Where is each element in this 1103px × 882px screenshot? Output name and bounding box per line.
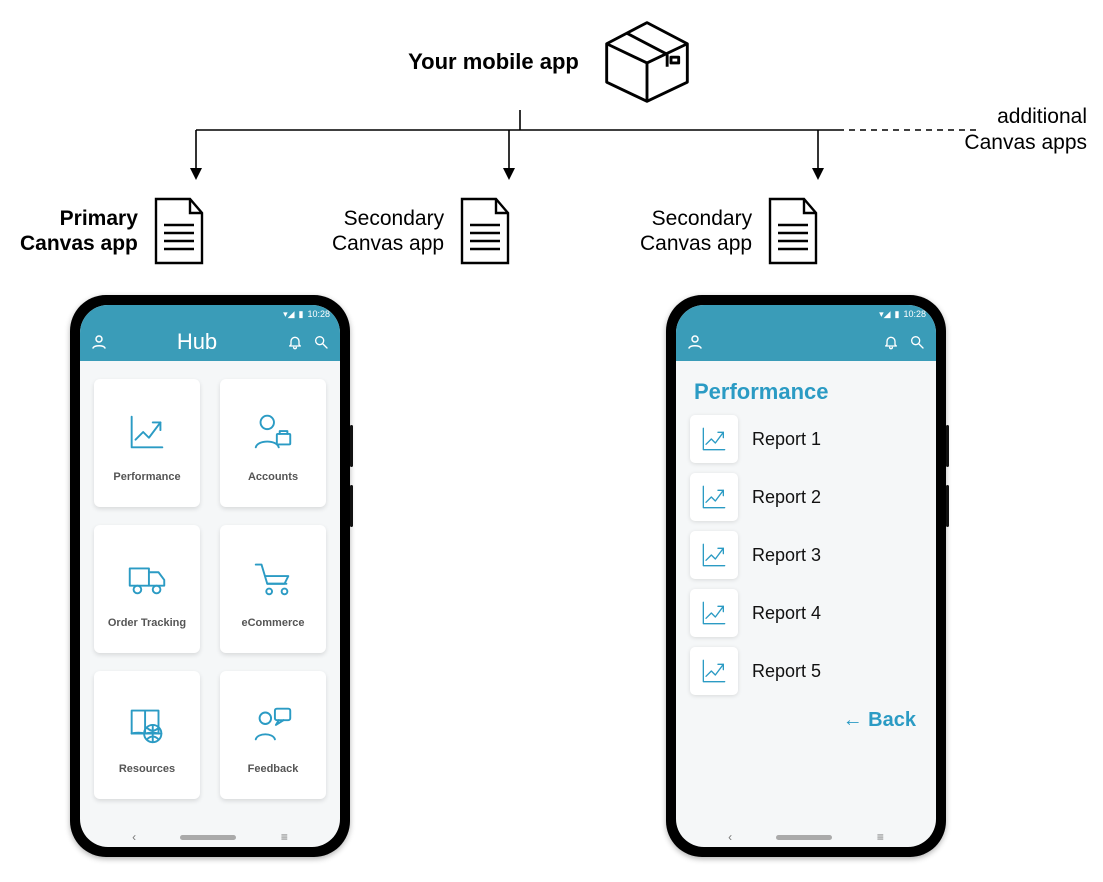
tile-ecommerce[interactable]: eCommerce: [220, 525, 326, 653]
tile-label: Order Tracking: [108, 617, 186, 629]
connector-lines: [0, 110, 1103, 182]
secondary-canvas-app-1-label: Secondary Canvas app: [332, 195, 514, 267]
top-section: Your mobile app: [0, 18, 1103, 106]
item-label: Report 5: [752, 661, 821, 682]
package-icon: [599, 18, 695, 106]
tile-label: Feedback: [248, 763, 299, 775]
home-nav-icon[interactable]: [180, 835, 236, 840]
tile-label: Resources: [119, 763, 175, 775]
tile-feedback[interactable]: Feedback: [220, 671, 326, 799]
additional-canvas-apps-note: additional Canvas apps: [964, 104, 1087, 157]
chart-up-icon: [690, 415, 738, 463]
list-item[interactable]: Report 4: [690, 589, 922, 637]
back-nav-icon[interactable]: ‹: [728, 830, 732, 844]
phone-screen: ▾◢ ▮ 10:28 Hub: [80, 305, 340, 847]
document-icon: [456, 195, 514, 267]
item-label: Report 4: [752, 603, 821, 624]
status-bar: ▾◢ ▮ 10:28: [676, 305, 936, 323]
profile-icon[interactable]: [90, 333, 108, 351]
tile-accounts[interactable]: Accounts: [220, 379, 326, 507]
truck-icon: [124, 549, 170, 607]
tile-label: eCommerce: [242, 617, 305, 629]
search-icon[interactable]: [908, 333, 926, 351]
header-title: Hub: [108, 329, 286, 355]
android-nav-bar: ‹ ≡: [676, 827, 936, 847]
item-label: Report 3: [752, 545, 821, 566]
document-icon: [150, 195, 208, 267]
tile-resources[interactable]: Resources: [94, 671, 200, 799]
secondary-canvas-app-2-label: Secondary Canvas app: [640, 195, 822, 267]
list-item[interactable]: Report 2: [690, 473, 922, 521]
app-header: [676, 323, 936, 361]
tile-label: Accounts: [248, 471, 298, 483]
search-icon[interactable]: [312, 333, 330, 351]
bell-icon[interactable]: [286, 333, 304, 351]
cart-icon: [250, 549, 296, 607]
book-globe-icon: [124, 695, 170, 753]
signal-icon: ▾◢: [879, 309, 890, 320]
status-time: 10:28: [307, 309, 330, 319]
recents-nav-icon[interactable]: ≡: [877, 830, 884, 844]
list-item[interactable]: Report 1: [690, 415, 922, 463]
tile-label: Performance: [113, 471, 180, 483]
status-bar: ▾◢ ▮ 10:28: [80, 305, 340, 323]
phone-primary-hub: ▾◢ ▮ 10:28 Hub: [70, 295, 350, 857]
section-title: Performance: [694, 379, 922, 405]
phone-secondary-performance: ▾◢ ▮ 10:28 Perform: [666, 295, 946, 857]
app-header: Hub: [80, 323, 340, 361]
item-label: Report 2: [752, 487, 821, 508]
architecture-diagram: Your mobile app: [0, 0, 1103, 882]
chat-person-icon: [250, 695, 296, 753]
chart-up-icon: [690, 473, 738, 521]
report-list: Report 1 Report 2 Report 3 Report 4: [690, 415, 922, 695]
performance-content: Performance Report 1 Report 2 Report: [676, 361, 936, 827]
phones-row: ▾◢ ▮ 10:28 Hub: [0, 295, 1103, 857]
primary-canvas-app-label: Primary Canvas app: [20, 195, 208, 267]
document-icon: [764, 195, 822, 267]
list-item[interactable]: Report 3: [690, 531, 922, 579]
battery-icon: ▮: [895, 309, 900, 320]
back-nav-icon[interactable]: ‹: [132, 830, 136, 844]
battery-icon: ▮: [299, 309, 304, 320]
home-nav-icon[interactable]: [776, 835, 832, 840]
chart-up-icon: [690, 531, 738, 579]
status-time: 10:28: [903, 309, 926, 319]
your-mobile-app-label: Your mobile app: [408, 49, 579, 75]
phone-screen: ▾◢ ▮ 10:28 Perform: [676, 305, 936, 847]
item-label: Report 1: [752, 429, 821, 450]
chart-up-icon: [124, 403, 170, 461]
back-button[interactable]: ← Back: [690, 709, 916, 732]
recents-nav-icon[interactable]: ≡: [281, 830, 288, 844]
android-nav-bar: ‹ ≡: [80, 827, 340, 847]
bell-icon[interactable]: [882, 333, 900, 351]
chart-up-icon: [690, 589, 738, 637]
list-item[interactable]: Report 5: [690, 647, 922, 695]
tile-order-tracking[interactable]: Order Tracking: [94, 525, 200, 653]
profile-icon[interactable]: [686, 333, 704, 351]
signal-icon: ▾◢: [283, 309, 294, 320]
tile-performance[interactable]: Performance: [94, 379, 200, 507]
hub-content: Performance Accounts Order: [80, 361, 340, 827]
user-briefcase-icon: [250, 403, 296, 461]
hub-grid: Performance Accounts Order: [94, 373, 326, 799]
chart-up-icon: [690, 647, 738, 695]
